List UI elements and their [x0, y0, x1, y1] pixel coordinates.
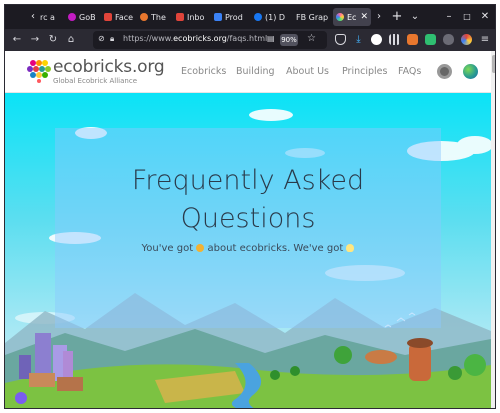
site-header: ecobricks.org Global Ecobrick Alliance E… — [5, 51, 491, 93]
close-window-icon[interactable]: ✕ — [477, 8, 493, 26]
gmail-icon — [104, 13, 112, 21]
tab-5[interactable]: Inbo — [173, 8, 209, 26]
site-brand[interactable]: ecobricks.org — [53, 57, 165, 77]
tree — [464, 354, 486, 376]
tab-label: (1) D — [265, 12, 286, 22]
tab-3[interactable]: Face — [101, 8, 135, 26]
facebook-icon — [254, 13, 262, 21]
bookmark-star-icon[interactable]: ☆ — [307, 33, 316, 44]
close-tab-icon[interactable]: ✕ — [360, 12, 371, 22]
zoom-level[interactable]: 90% — [280, 34, 298, 46]
tab-label: Inbo — [187, 12, 205, 22]
web-page: ecobricks.org Global Ecobrick Alliance E… — [5, 51, 491, 408]
lightbulb-icon — [346, 244, 355, 252]
nav-about-us[interactable]: About Us — [286, 66, 329, 77]
gmail-icon — [176, 13, 184, 21]
subtitle-part1: You've got — [141, 243, 194, 254]
download-icon[interactable]: ⤓ — [353, 34, 364, 45]
tree — [448, 366, 462, 380]
nav-building[interactable]: Building — [236, 66, 275, 77]
tab-label: Ec — [347, 12, 357, 22]
lock-icon[interactable]: 🔒︎ — [110, 34, 114, 44]
tab-label: The — [151, 12, 166, 22]
tab-label: FB Grap — [296, 12, 329, 22]
tree — [270, 370, 280, 380]
ecobricks-favicon-icon — [336, 13, 344, 21]
url-text[interactable]: https://www.ecobricks.org/faqs.html — [123, 34, 267, 43]
tree — [290, 366, 300, 376]
page-title-line1: Frequently Asked — [131, 165, 365, 196]
tab-label: Face — [115, 12, 134, 22]
forward-icon[interactable]: → — [27, 31, 43, 49]
tab-6[interactable]: Prod — [211, 8, 249, 26]
scrollbar-thumb[interactable] — [492, 55, 495, 73]
browser-window: ‹ rc a GoB Face The Inbo Prod (1) D FB G… — [4, 4, 496, 409]
ecobrick-tower — [409, 343, 431, 381]
dome-house — [365, 350, 397, 364]
maximize-icon[interactable]: □ — [459, 8, 475, 26]
menu-icon[interactable]: ≡ — [477, 31, 493, 49]
tab-2[interactable]: GoB — [65, 8, 99, 26]
list-tabs-icon[interactable]: ⌄ — [407, 8, 423, 26]
site-tagline: Global Ecobrick Alliance — [53, 77, 138, 85]
tracking-protection-icon[interactable]: ⊘ — [98, 34, 105, 43]
tab-strip: ‹ rc a GoB Face The Inbo Prod (1) D FB G… — [5, 5, 495, 29]
tab-7[interactable]: (1) D — [251, 8, 291, 26]
pocket-icon[interactable] — [335, 34, 346, 45]
home-icon[interactable]: ⌂ — [63, 31, 79, 49]
navigation-toolbar: ← → ↻ ⌂ ⊘ 🔒︎ https://www.ecobricks.org/f… — [5, 29, 495, 51]
tab-label: rc a — [40, 12, 55, 22]
hero-section: Frequently Asked Questions You've got ab… — [5, 93, 491, 408]
tab-8[interactable]: FB Grap — [293, 8, 331, 26]
tab-scroll-right-icon[interactable]: › — [371, 8, 387, 26]
ecobricks-logo-icon[interactable] — [27, 59, 51, 83]
nav-ecobricks[interactable]: Ecobricks — [181, 66, 226, 77]
tab-1[interactable]: rc a — [37, 8, 63, 26]
reader-view-icon[interactable]: ▤ — [267, 34, 275, 43]
building — [63, 351, 73, 379]
favicon-icon — [140, 13, 148, 21]
account-icon[interactable] — [461, 34, 472, 45]
extension-circle-icon[interactable] — [371, 34, 382, 45]
favicon-icon — [68, 13, 76, 21]
tower-roof — [407, 338, 433, 348]
house — [29, 373, 55, 387]
tab-label: Prod — [225, 12, 243, 22]
tab-active[interactable]: Ec ✕ — [333, 8, 371, 26]
library-icon[interactable] — [389, 34, 400, 45]
reload-icon[interactable]: ↻ — [45, 31, 61, 49]
favicon-icon — [214, 13, 222, 21]
scrollbar[interactable] — [491, 51, 495, 408]
extension-toggle-icon[interactable] — [443, 34, 454, 45]
tree — [334, 346, 352, 364]
new-tab-icon[interactable]: + — [389, 8, 405, 26]
thinking-face-icon — [196, 244, 205, 252]
nav-principles[interactable]: Principles — [342, 66, 387, 77]
url-bar[interactable]: ⊘ 🔒︎ https://www.ecobricks.org/faqs.html… — [93, 31, 327, 49]
extension-green-icon[interactable] — [425, 34, 436, 45]
tab-label: GoB — [79, 12, 96, 22]
hero-subtitle: You've got about ecobricks. We've got — [55, 243, 441, 254]
tab-4[interactable]: The — [137, 8, 171, 26]
building — [35, 333, 51, 379]
house — [57, 377, 83, 391]
minimize-icon[interactable]: – — [441, 8, 457, 26]
nav-faqs[interactable]: FAQs — [398, 66, 421, 77]
subtitle-part2: about ecobricks. We've got — [207, 243, 344, 254]
settings-icon[interactable] — [437, 64, 452, 79]
back-icon[interactable]: ← — [9, 31, 25, 49]
chat-widget-icon[interactable] — [15, 392, 27, 404]
globe-icon[interactable] — [463, 64, 478, 79]
metamask-icon[interactable] — [407, 34, 418, 45]
page-title-line2: Questions — [180, 203, 316, 234]
